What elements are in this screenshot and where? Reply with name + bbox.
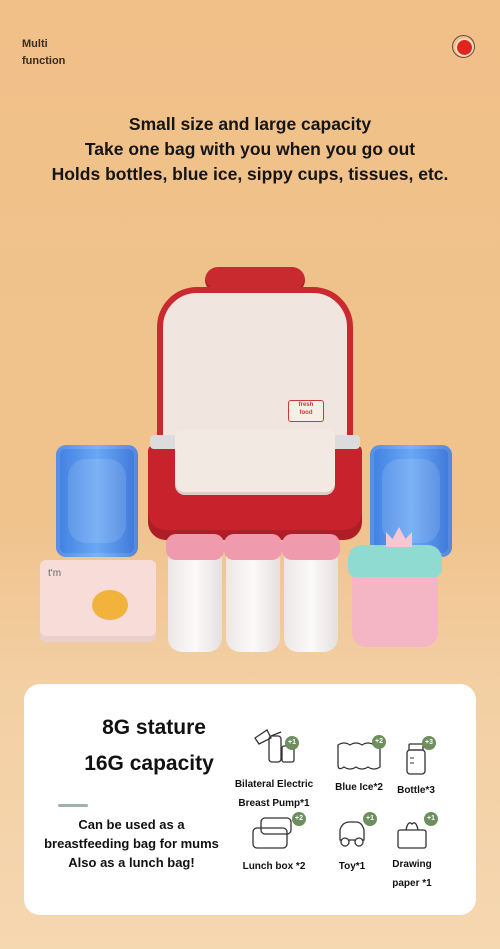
badge-line-2: food xyxy=(299,410,313,416)
bottle-cap xyxy=(166,534,224,560)
item-bottle: +3 Bottle*3 xyxy=(386,736,446,800)
tag-line-2: function xyxy=(22,55,66,67)
headline-line-3: Holds bottles, blue ice, sippy cups, tis… xyxy=(51,164,449,184)
item-breast-pump: +1 Bilateral Electric Breast Pump*1 xyxy=(229,726,319,813)
milk-bottle xyxy=(166,534,224,652)
qty-badge: +1 xyxy=(363,812,377,826)
item-toy: +1 Toy*1 xyxy=(327,812,377,876)
formula-box-lid xyxy=(348,545,442,577)
qty-badge: +3 xyxy=(422,736,436,750)
spec-card: 8G stature 16G capacity Can be used as a… xyxy=(24,684,476,915)
qty-badge: +1 xyxy=(285,736,299,750)
bottle-cap xyxy=(224,534,282,560)
milk-bottle xyxy=(282,534,340,652)
capacity-text: 16G capacity xyxy=(84,752,214,775)
item-drawing-paper: +1 Drawing paper *1 xyxy=(382,812,442,893)
milk-bottle xyxy=(224,534,282,652)
red-dot-icon xyxy=(452,35,475,58)
desc-line-2: breastfeeding bag for mums xyxy=(44,836,219,851)
badge-line-1: fresh xyxy=(298,402,314,408)
desc-line-3: Also as a lunch bag! xyxy=(68,855,195,870)
item-label: Drawing xyxy=(392,859,432,870)
qty-badge: +2 xyxy=(372,735,386,749)
product-page: Multi function Small size and large capa… xyxy=(0,0,500,949)
bottle-cap xyxy=(282,534,340,560)
item-label: Toy*1 xyxy=(338,861,366,872)
item-label: Lunch box *2 xyxy=(242,861,306,872)
item-lunch-box: +2 Lunch box *2 xyxy=(234,812,314,876)
item-blue-ice: +2 Blue Ice*2 xyxy=(324,735,394,797)
divider xyxy=(58,804,88,807)
product-photo: fresh food t'm xyxy=(0,255,500,665)
desc-line-1: Can be used as a xyxy=(78,817,185,832)
headline-line-1: Small size and large capacity xyxy=(128,114,372,134)
item-label: Bottle*3 xyxy=(397,785,435,796)
egg-mascot-icon xyxy=(92,590,128,620)
tag-line-1: Multi xyxy=(22,38,48,50)
usage-description: Can be used as a breastfeeding bag for m… xyxy=(34,815,229,872)
tissue-logo: t'm xyxy=(48,568,62,579)
headline: Small size and large capacity Take one b… xyxy=(0,112,500,187)
bag-upper-compartment xyxy=(157,287,353,447)
item-label: Bilateral Electric xyxy=(234,779,314,790)
item-label: Blue Ice*2 xyxy=(335,782,383,793)
bag-brand-badge: fresh food xyxy=(288,400,324,422)
multi-function-tag: Multi function xyxy=(22,36,65,70)
qty-badge: +2 xyxy=(292,812,306,826)
blue-ice-pack-left xyxy=(56,445,138,557)
stature-text: 8G stature xyxy=(102,716,206,739)
item-label: paper *1 xyxy=(392,878,432,889)
item-label: Breast Pump*1 xyxy=(238,798,310,809)
qty-badge: +1 xyxy=(424,812,438,826)
headline-line-2: Take one bag with you when you go out xyxy=(84,139,416,159)
bag-front-flap xyxy=(175,430,335,492)
tissue-pack: t'm xyxy=(40,560,156,642)
